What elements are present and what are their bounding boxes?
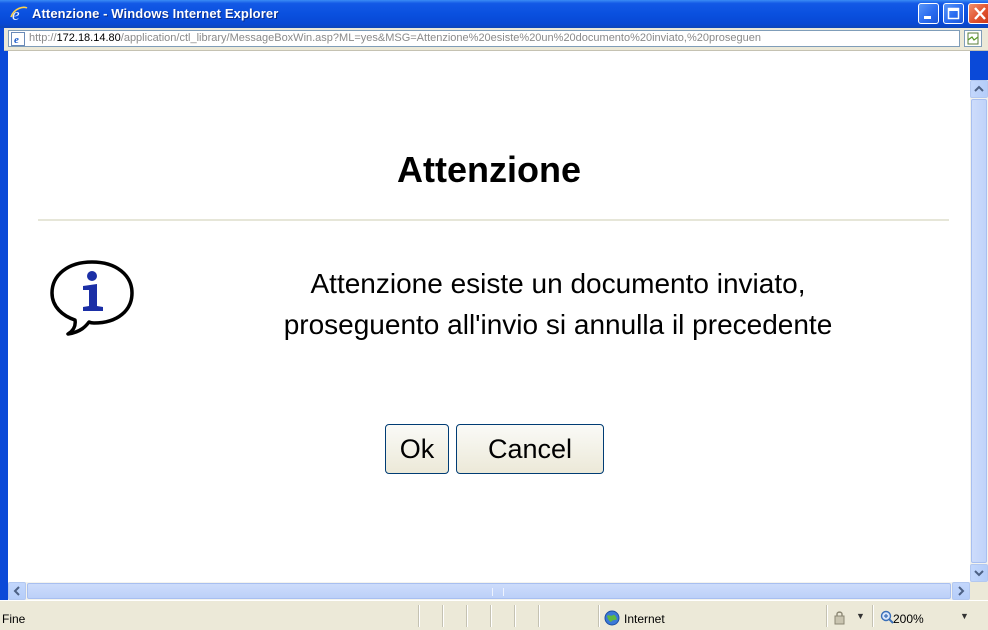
chevron-down-icon[interactable]: ▼ [960, 611, 969, 621]
svg-text:e: e [14, 34, 19, 46]
horizontal-scroll-thumb[interactable] [27, 583, 951, 599]
status-divider [826, 605, 828, 627]
scroll-down-button[interactable] [970, 564, 988, 582]
chevron-down-icon[interactable]: ▼ [856, 611, 865, 621]
status-divider [872, 605, 874, 627]
info-icon [50, 260, 134, 336]
address-bar: e http://172.18.14.80/application/ctl_li… [4, 28, 988, 51]
chevron-right-icon [958, 586, 965, 596]
minimize-button[interactable] [918, 3, 939, 24]
url-field[interactable]: e http://172.18.14.80/application/ctl_li… [8, 30, 960, 47]
window-title: Attenzione - Windows Internet Explorer [32, 6, 279, 21]
protected-mode-icon[interactable] [834, 611, 850, 625]
close-button[interactable] [968, 3, 988, 24]
status-text: Fine [2, 612, 26, 626]
url-protocol: http:// [29, 32, 57, 44]
status-divider [442, 605, 444, 627]
heading-divider [38, 219, 949, 221]
cancel-button[interactable]: Cancel [456, 424, 604, 474]
dialog-heading: Attenzione [397, 149, 581, 190]
ie-logo-icon: e [10, 5, 28, 23]
security-zone[interactable]: Internet [624, 612, 665, 626]
chevron-down-icon [974, 570, 984, 577]
page-icon: e [11, 32, 25, 46]
internet-globe-icon [604, 610, 620, 626]
vertical-scrollbar[interactable] [970, 80, 988, 582]
zoom-level[interactable]: 200% [893, 612, 924, 626]
zoom-magnifier-icon [880, 610, 894, 624]
page-content: Attenzione Attenzione esiste un document… [8, 51, 970, 582]
close-icon [974, 7, 986, 20]
vertical-scroll-thumb[interactable] [971, 99, 987, 563]
status-divider [598, 605, 600, 627]
scroll-up-button[interactable] [970, 80, 988, 98]
title-bar[interactable]: e Attenzione - Windows Internet Explorer [0, 0, 988, 28]
status-divider [418, 605, 420, 627]
url-text: http://172.18.14.80/application/ctl_libr… [29, 32, 761, 44]
url-path: /application/ctl_library/MessageBoxWin.a… [120, 32, 761, 44]
scroll-left-button[interactable] [8, 582, 26, 600]
maximize-button[interactable] [943, 3, 964, 24]
message-line-2: proseguento all'invio si annulla il prec… [283, 309, 833, 340]
broken-page-icon [967, 32, 979, 45]
dialog-message: Attenzione esiste un documento inviato, … [168, 263, 948, 345]
maximize-icon [947, 7, 960, 20]
ie-window: e Attenzione - Windows Internet Explorer… [0, 0, 988, 630]
minimize-icon [924, 16, 931, 19]
chevron-left-icon [13, 586, 20, 596]
status-divider [466, 605, 468, 627]
horizontal-scrollbar[interactable] [8, 582, 970, 600]
ok-button[interactable]: Ok [385, 424, 449, 474]
scroll-grip [492, 588, 504, 596]
compatibility-view-button[interactable] [964, 30, 982, 47]
status-divider [490, 605, 492, 627]
message-line-1: Attenzione esiste un documento inviato, [310, 268, 806, 299]
chevron-up-icon [974, 85, 984, 92]
status-bar: Fine Internet ▼ 200% ▼ [0, 600, 988, 630]
scrollbar-corner [970, 582, 988, 600]
status-divider [514, 605, 516, 627]
url-host: 172.18.14.80 [56, 32, 121, 44]
status-divider [538, 605, 540, 627]
scroll-right-button[interactable] [952, 582, 970, 600]
